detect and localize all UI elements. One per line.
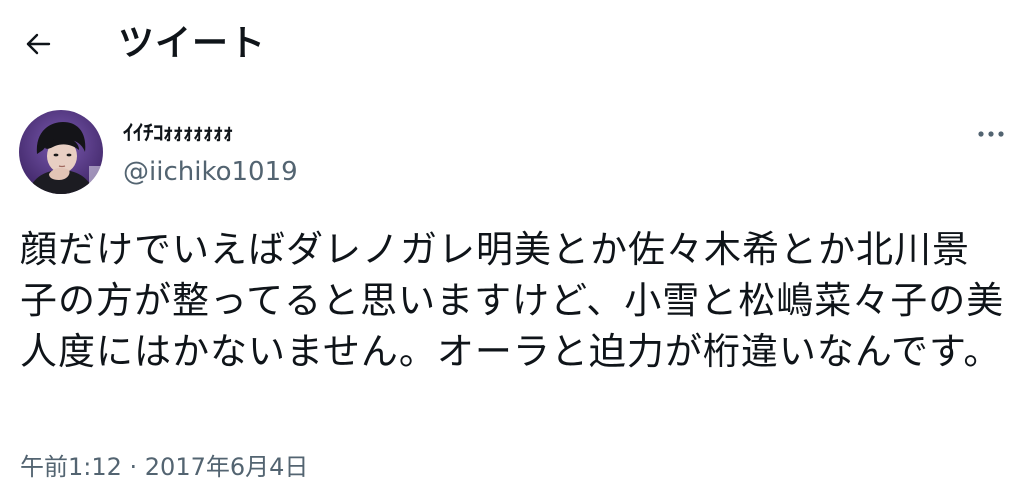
- more-options-button[interactable]: [974, 120, 1008, 148]
- author-display-name[interactable]: ｲｲﾁｺｫｫｫｫｫｫｫ: [123, 119, 234, 147]
- header-bar: ツイート: [0, 0, 1024, 90]
- profile-photo: [19, 110, 103, 194]
- back-button[interactable]: [18, 24, 58, 64]
- tweet-text: 顔だけでいえばダレノガレ明美とか佐々木希とか北川景子の方が整ってると思いますけど…: [20, 228, 1005, 373]
- tweet-detail-page: ツイート ｲｲﾁｺｫｫｫｫｫｫｫ @iichiko1019 顔だけでいえばダレノ…: [0, 0, 1024, 504]
- author-handle[interactable]: @iichiko1019: [123, 155, 298, 189]
- arrow-left-icon: [26, 33, 51, 55]
- tweet-timestamp[interactable]: 午前1:12 · 2017年6月4日: [20, 450, 308, 484]
- avatar[interactable]: [19, 110, 103, 194]
- more-horizontal-icon: [978, 131, 1004, 137]
- page-title: ツイート: [118, 23, 267, 64]
